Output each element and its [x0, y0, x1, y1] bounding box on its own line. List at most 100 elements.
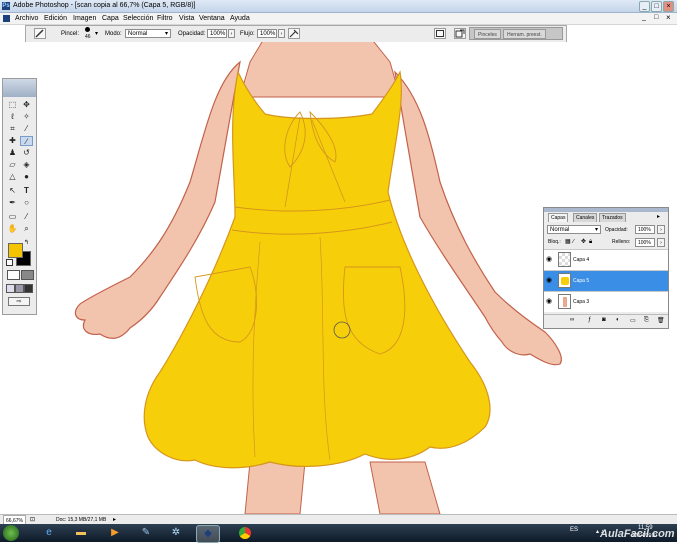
marquee-tool-icon[interactable]: ⬚	[6, 100, 19, 110]
history-brush-tool-icon[interactable]: ↺	[20, 148, 33, 158]
move-tool-icon[interactable]: ✥	[20, 100, 33, 110]
menu-ayuda[interactable]: Ayuda	[230, 13, 250, 24]
eraser-tool-icon[interactable]: ▱	[6, 160, 19, 170]
swap-colors-icon[interactable]: ↰	[24, 240, 29, 246]
eye-icon[interactable]: ◉	[546, 277, 552, 285]
layer-row-capa-3[interactable]: ◉ Capa 3	[544, 291, 668, 312]
minimize-button[interactable]: _	[639, 1, 650, 12]
flow-slider-toggle-icon[interactable]: ›	[278, 29, 285, 38]
layer-mask-icon[interactable]: ◙	[602, 317, 606, 323]
fill-slider-icon[interactable]: ›	[657, 238, 665, 247]
menu-edicion[interactable]: Edición	[44, 13, 67, 24]
lock-position-icon[interactable]: ✥	[581, 238, 586, 247]
toolbox-header-feather-icon	[3, 79, 36, 97]
stamp-tool-icon[interactable]: ♟	[6, 148, 19, 158]
menu-imagen[interactable]: Imagen	[73, 13, 96, 24]
network-app-icon[interactable]: ✲	[165, 525, 187, 541]
pen-app-icon[interactable]: ✎	[135, 525, 157, 541]
shape-tool-icon[interactable]: ○	[20, 198, 33, 208]
eye-icon[interactable]: ◉	[546, 256, 552, 264]
opacity-input[interactable]: 100%	[207, 29, 227, 38]
type-tool-icon[interactable]: T	[20, 186, 33, 196]
language-indicator[interactable]: ES	[570, 527, 578, 533]
doc-close-icon[interactable]: ×	[666, 13, 671, 22]
blur-tool-icon[interactable]: △	[6, 172, 19, 182]
standard-screen-mode-icon[interactable]	[6, 284, 15, 293]
magic-wand-tool-icon[interactable]: ✧	[20, 112, 33, 122]
layers-panel-titlebar[interactable]	[544, 208, 668, 212]
menu-ventana[interactable]: Ventana	[199, 13, 225, 24]
zoom-tool-icon[interactable]: ⌕	[20, 224, 33, 234]
lock-all-icon[interactable]: 🔒︎	[589, 238, 592, 247]
new-group-icon[interactable]: ▭	[630, 317, 636, 324]
path-selection-tool-icon[interactable]: ↖	[6, 186, 19, 196]
fill-input[interactable]: 100%	[635, 238, 655, 247]
brush-tool-preset-button[interactable]	[34, 28, 46, 39]
tab-pinceles[interactable]: Pinceles	[474, 29, 501, 39]
tab-canales[interactable]: Canales	[573, 213, 598, 222]
brush-dropdown-icon[interactable]: ▾	[95, 29, 98, 39]
menu-archivo[interactable]: Archivo	[15, 13, 38, 24]
notes-tool-icon[interactable]: ▭	[6, 212, 19, 222]
doc-minimize-icon[interactable]: _	[642, 14, 646, 21]
start-button-icon[interactable]	[3, 525, 19, 541]
layer-name: Capa 5	[573, 278, 590, 284]
lasso-tool-icon[interactable]: ℓ	[6, 112, 19, 122]
eyedropper-tool-icon[interactable]: ⁄	[20, 212, 33, 222]
menu-capa[interactable]: Capa	[102, 13, 119, 24]
adjustment-layer-icon[interactable]: ◐	[616, 317, 620, 323]
trash-icon[interactable]: 🗑︎	[657, 317, 665, 324]
pen-tool-icon[interactable]: ✒	[6, 198, 19, 208]
photoshop-menu-icon[interactable]	[3, 15, 10, 22]
hand-tool-icon[interactable]: ✋	[6, 224, 19, 234]
blend-mode-select[interactable]: Normal ▾	[547, 225, 601, 234]
full-screen-menu-mode-icon[interactable]	[15, 284, 24, 293]
file-browser-button[interactable]	[434, 28, 446, 39]
foreground-color-swatch[interactable]	[8, 243, 23, 258]
photoshop-taskbar-icon[interactable]: ◆	[196, 525, 220, 543]
maximize-button[interactable]: □	[651, 1, 662, 12]
menu-seleccion[interactable]: Selección	[123, 13, 153, 24]
layer-opacity-input[interactable]: 100%	[635, 225, 655, 234]
mode-label: Modo:	[105, 31, 122, 37]
file-browser-icon	[436, 30, 444, 37]
healing-brush-tool-icon[interactable]: ✚	[6, 136, 19, 146]
dodge-tool-icon[interactable]: ●	[20, 172, 33, 182]
menu-vista[interactable]: Vista	[179, 13, 194, 24]
chrome-icon[interactable]	[234, 525, 256, 541]
tab-herram-preest[interactable]: Herram. preest.	[503, 29, 546, 39]
lock-transparency-icon[interactable]: ▦	[565, 238, 571, 247]
panel-menu-icon[interactable]: ▸	[657, 213, 660, 220]
mode-select[interactable]: Normal ▾	[125, 29, 171, 38]
new-layer-icon[interactable]: ⎘	[644, 317, 649, 324]
layer-style-icon[interactable]: ƒ	[588, 317, 591, 323]
layer-opacity-slider-icon[interactable]: ›	[657, 225, 665, 234]
close-button[interactable]: ×	[663, 1, 674, 12]
doc-restore-icon[interactable]: □	[654, 14, 658, 21]
tab-trazados[interactable]: Trazados	[599, 213, 626, 222]
layer-row-capa-5[interactable]: ◉ Capa 5	[544, 270, 668, 291]
internet-explorer-icon[interactable]: e	[38, 525, 60, 541]
jump-to-imageready-tool-icon[interactable]: ⇨	[8, 297, 30, 306]
media-player-icon[interactable]: ▶	[104, 525, 126, 541]
full-screen-mode-icon[interactable]	[24, 284, 33, 293]
opacity-slider-toggle-icon[interactable]: ›	[228, 29, 235, 38]
eye-icon[interactable]: ◉	[546, 298, 552, 306]
lock-pixels-icon[interactable]: ∕	[573, 238, 574, 247]
folder-icon[interactable]: ▬	[70, 525, 92, 541]
paint-bucket-tool-icon[interactable]: ◈	[20, 160, 33, 170]
layer-row-capa-4[interactable]: ◉ Capa 4	[544, 249, 668, 270]
flow-input[interactable]: 100%	[257, 29, 277, 38]
airbrush-button[interactable]	[288, 28, 300, 39]
slice-tool-icon[interactable]: ⁄	[20, 124, 33, 134]
zoom-icon[interactable]: ⊡	[30, 516, 35, 524]
crop-tool-icon[interactable]: ⌗	[6, 124, 19, 134]
default-colors-icon[interactable]	[6, 259, 13, 266]
menu-filtro[interactable]: Filtro	[157, 13, 173, 24]
image-ready-button[interactable]	[454, 28, 466, 39]
standard-mode-icon[interactable]	[7, 270, 20, 280]
link-layers-icon[interactable]: ∞	[570, 317, 574, 323]
quick-mask-mode-icon[interactable]	[21, 270, 34, 280]
tab-capas[interactable]: Capas	[548, 213, 569, 222]
brush-tool-icon[interactable]: ∕	[20, 136, 33, 146]
